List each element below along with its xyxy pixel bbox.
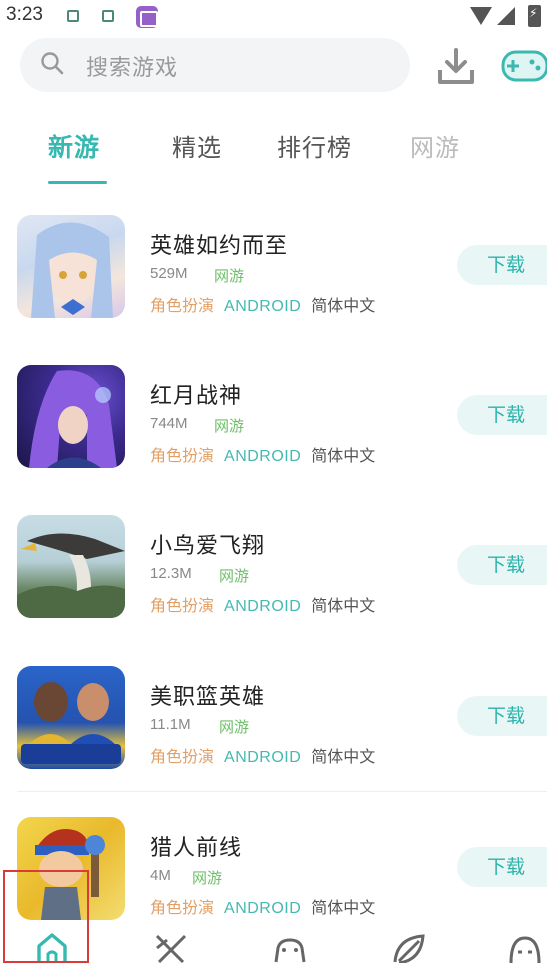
battery-icon [528, 5, 541, 27]
genre-tag: 角色扮演 [150, 296, 215, 315]
tab-new-games[interactable]: 新游 [48, 128, 100, 164]
tab-bar: 新游 精选 排行榜 网游 [0, 118, 547, 188]
game-tags: 角色扮演 ANDROID 简体中文 [150, 292, 375, 316]
game-network-tag: 网游 [192, 869, 223, 887]
language-tag: 简体中文 [311, 596, 376, 615]
list-item[interactable]: 红月战神 744M 网游 角色扮演 ANDROID 简体中文 下载 [0, 350, 547, 500]
status-time: 3:23 [6, 4, 43, 25]
platform-tag: ANDROID [224, 448, 302, 465]
controller-icon[interactable] [272, 930, 308, 963]
genre-tag: 角色扮演 [150, 596, 215, 615]
download-button[interactable]: 下载 [457, 696, 547, 736]
game-size: 529M [150, 265, 188, 282]
download-button[interactable]: 下载 [457, 395, 547, 435]
tab-online-games[interactable]: 网游 [410, 128, 460, 163]
genre-tag: 角色扮演 [150, 898, 215, 917]
game-thumbnail[interactable] [17, 365, 125, 468]
search-placeholder: 搜索游戏 [86, 56, 179, 81]
game-name: 英雄如约而至 [150, 234, 289, 259]
active-tab-indicator [48, 181, 107, 184]
game-thumbnail[interactable] [17, 515, 125, 618]
language-tag: 简体中文 [311, 446, 376, 465]
game-name: 美职篮英雄 [150, 685, 266, 710]
genre-tag: 角色扮演 [150, 747, 215, 766]
language-tag: 简体中文 [311, 747, 376, 766]
divider [17, 791, 547, 792]
gamepad-icon[interactable] [500, 44, 547, 86]
notification-icon [67, 10, 79, 22]
list-item[interactable]: 小鸟爱飞翔 12.3M 网游 角色扮演 ANDROID 简体中文 下载 [0, 500, 547, 650]
app-icon [136, 6, 158, 28]
game-network-tag: 网游 [219, 718, 250, 736]
genre-tag: 角色扮演 [150, 446, 215, 465]
list-item[interactable]: 美职篮英雄 11.1M 网游 角色扮演 ANDROID 简体中文 下载 [0, 651, 547, 801]
game-size: 4M [150, 867, 171, 884]
download-button[interactable]: 下载 [457, 847, 547, 887]
game-tags: 角色扮演 ANDROID 简体中文 [150, 743, 375, 767]
face-icon[interactable] [507, 930, 543, 963]
game-size: 11.1M [150, 716, 191, 733]
platform-tag: ANDROID [224, 598, 302, 615]
sword-icon[interactable] [153, 930, 189, 963]
game-network-tag: 网游 [214, 267, 245, 285]
search-input[interactable]: 搜索游戏 [20, 38, 410, 92]
tab-featured[interactable]: 精选 [172, 128, 222, 163]
platform-tag: ANDROID [224, 749, 302, 766]
game-network-tag: 网游 [214, 417, 245, 435]
platform-tag: ANDROID [224, 900, 302, 917]
language-tag: 简体中文 [311, 898, 376, 917]
game-name: 猎人前线 [150, 836, 243, 861]
list-item[interactable]: 英雄如约而至 529M 网游 角色扮演 ANDROID 简体中文 下载 [0, 200, 547, 350]
game-thumbnail[interactable] [17, 215, 125, 318]
game-size: 744M [150, 415, 188, 432]
search-icon [41, 52, 64, 75]
game-thumbnail[interactable] [17, 666, 125, 769]
game-name: 小鸟爱飞翔 [150, 534, 266, 559]
tab-ranking[interactable]: 排行榜 [277, 128, 352, 163]
game-size: 12.3M [150, 565, 192, 582]
game-tags: 角色扮演 ANDROID 简体中文 [150, 894, 375, 918]
language-tag: 简体中文 [311, 296, 376, 315]
highlight-box [3, 870, 89, 963]
game-tags: 角色扮演 ANDROID 简体中文 [150, 442, 375, 466]
download-icon[interactable] [436, 46, 476, 86]
game-name: 红月战神 [150, 384, 243, 409]
download-button[interactable]: 下载 [457, 545, 547, 585]
game-tags: 角色扮演 ANDROID 简体中文 [150, 592, 375, 616]
platform-tag: ANDROID [224, 298, 302, 315]
download-button[interactable]: 下载 [457, 245, 547, 285]
notification-icon [102, 10, 114, 22]
status-bar: 3:23 [0, 0, 547, 34]
wifi-icon [470, 7, 492, 25]
signal-icon [497, 7, 515, 25]
leaf-icon[interactable] [391, 930, 427, 963]
game-network-tag: 网游 [219, 567, 250, 585]
